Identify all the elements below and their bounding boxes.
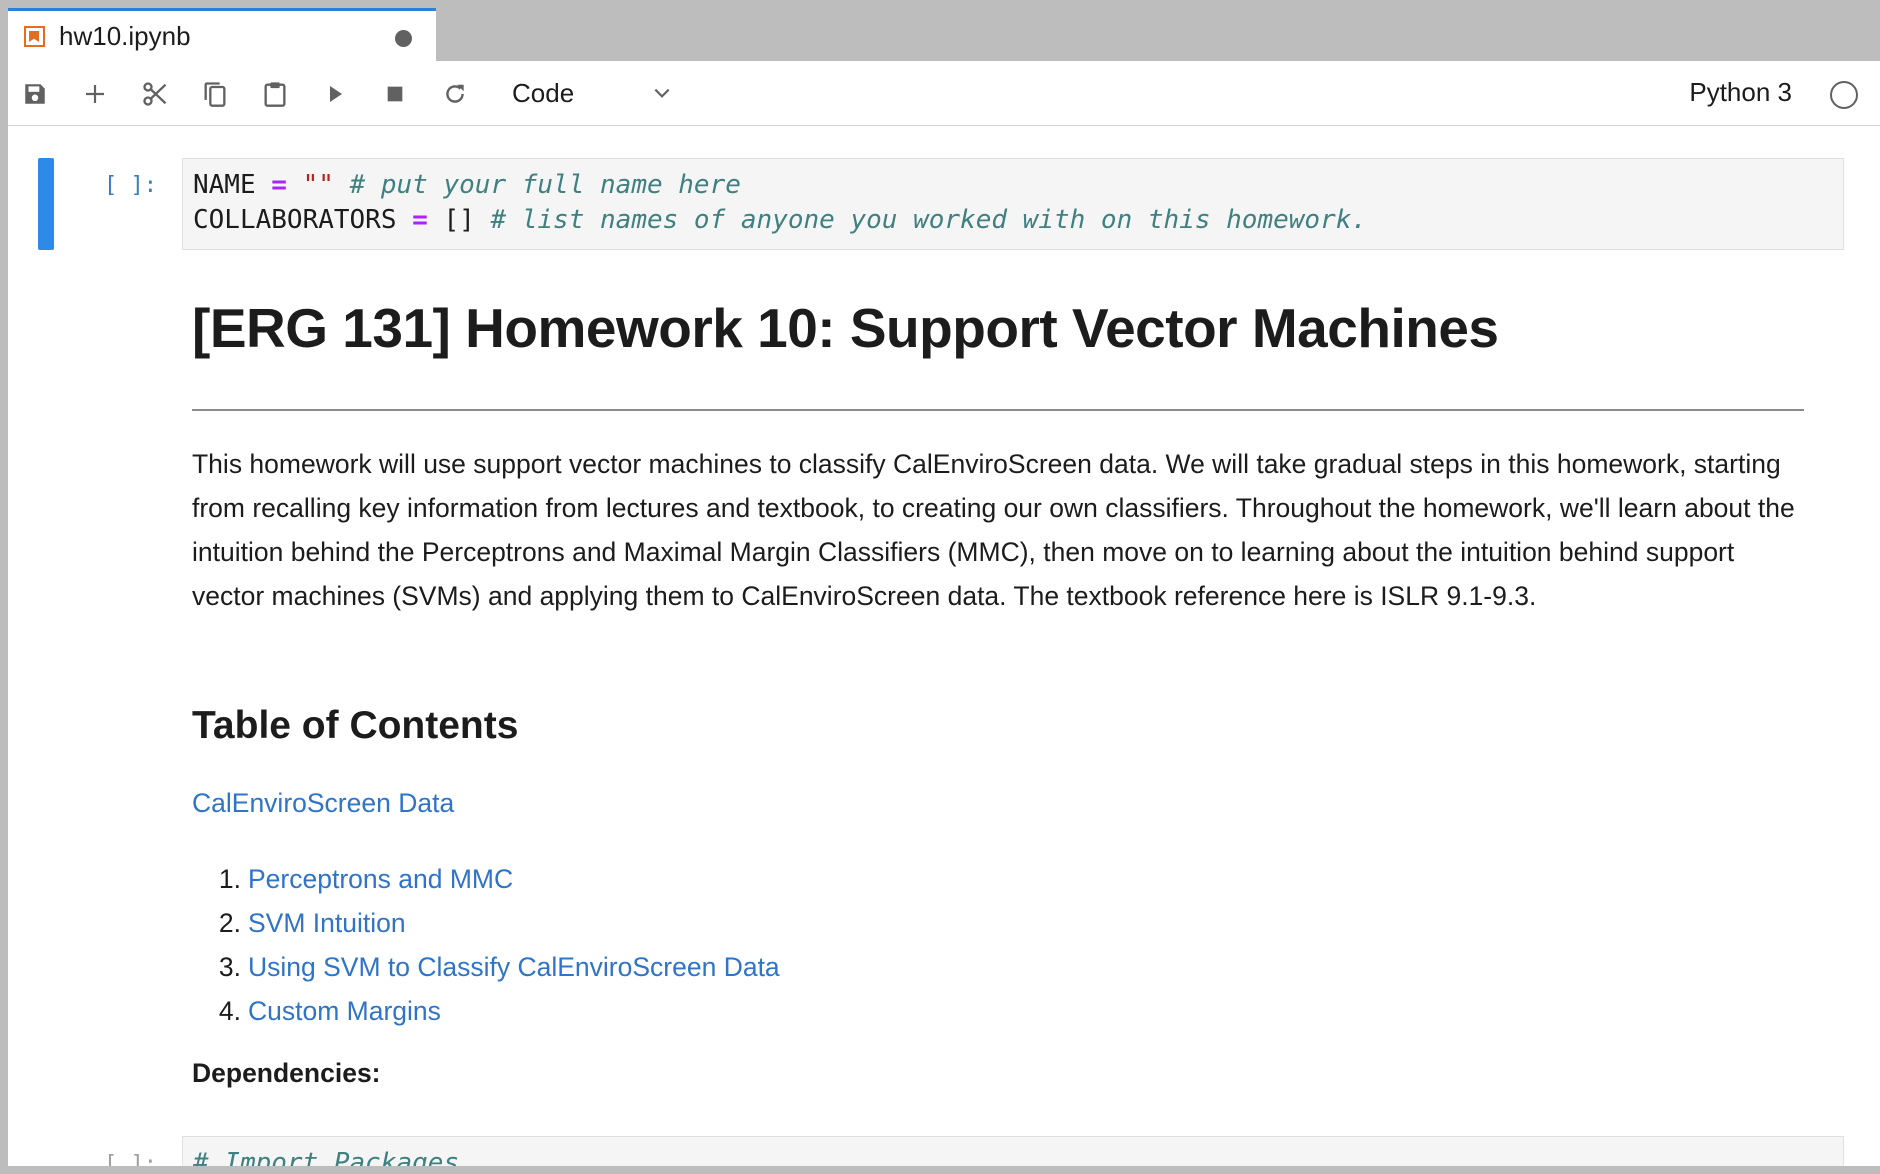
save-icon xyxy=(25,84,45,104)
toc-link-svm-intuition[interactable]: SVM Intuition xyxy=(248,908,406,938)
run-icon xyxy=(330,86,342,102)
add-icon xyxy=(86,85,104,103)
notebook-icon xyxy=(24,26,45,47)
code-comment: # list names of anyone you worked with o… xyxy=(490,205,1368,235)
code-cell-editor[interactable]: # Import Packages xyxy=(182,1136,1844,1166)
toc-item: 1. Perceptrons and MMC xyxy=(192,857,780,901)
copy-icon xyxy=(204,82,226,107)
tab-hw10[interactable]: hw10.ipynb xyxy=(8,8,436,62)
cell-prompt: [ ]: xyxy=(104,1152,157,1166)
code-string: "" xyxy=(302,170,334,200)
toc-list: 1. Perceptrons and MMC 2. SVM Intuition 3.… xyxy=(192,857,780,1033)
active-cell-indicator xyxy=(38,158,54,250)
toc-item: 2. SVM Intuition xyxy=(192,901,780,945)
intro-paragraph: This homework will use support vector ma… xyxy=(192,449,1795,611)
code-comment: # put your full name here xyxy=(349,170,741,200)
chevron-down-icon xyxy=(654,88,670,98)
code-variable: COLLABORATORS xyxy=(193,205,397,235)
tab-bar: hw10.ipynb xyxy=(8,8,1880,62)
notebook-toolbar: Code Python 3 xyxy=(8,61,1880,126)
divider xyxy=(192,409,1804,411)
code-comment: # Import Packages xyxy=(193,1148,460,1166)
code-operator: = xyxy=(412,205,428,235)
toc-link-using-svm[interactable]: Using SVM to Classify CalEnviroScreen Da… xyxy=(248,952,780,982)
kernel-status-icon xyxy=(1830,81,1858,109)
toc-number: 4. xyxy=(218,996,241,1026)
paste-icon xyxy=(264,82,286,107)
code-variable: NAME xyxy=(193,170,256,200)
code-value: [] xyxy=(443,205,475,235)
unsaved-indicator-icon[interactable] xyxy=(395,30,412,47)
run-button[interactable] xyxy=(320,79,350,109)
toc-link-custom-margins[interactable]: Custom Margins xyxy=(248,996,441,1026)
stop-icon xyxy=(387,86,403,102)
stop-button[interactable] xyxy=(380,79,410,109)
cut-button[interactable] xyxy=(140,79,170,109)
notebook-panel: [ ]: NAME = "" # put your full name here… xyxy=(8,126,1880,1166)
toc-item: 3. Using SVM to Classify CalEnviroScreen … xyxy=(192,945,780,989)
notebook-window: hw10.ipynb Code Python 3 []: NAME = "" … xyxy=(8,8,1880,1166)
kernel-name[interactable]: Python 3 xyxy=(1689,77,1792,108)
tab-title: hw10.ipynb xyxy=(59,21,191,51)
notebook-title: [ERG 131] Homework 10: Support Vector Ma… xyxy=(192,297,1499,359)
toc-number: 2. xyxy=(218,908,241,938)
toc-number: 1. xyxy=(218,864,241,894)
code-cell-editor[interactable]: NAME = "" # put your full name here COLL… xyxy=(182,158,1844,250)
copy-button[interactable] xyxy=(200,79,230,109)
toc-heading: Table of Contents xyxy=(192,704,519,747)
cell-type-label: Code xyxy=(512,77,575,108)
cell-prompt: [ ]: xyxy=(104,173,157,198)
toc-number: 3. xyxy=(218,952,241,982)
insert-cell-button[interactable] xyxy=(80,79,110,109)
paste-button[interactable] xyxy=(260,79,290,109)
cut-icon xyxy=(143,82,167,106)
restart-button[interactable] xyxy=(440,79,470,109)
toc-link-perceptrons[interactable]: Perceptrons and MMC xyxy=(248,864,513,894)
toc-link-calenviroscreen-data[interactable]: CalEnviroScreen Data xyxy=(192,788,454,819)
save-button[interactable] xyxy=(20,79,50,109)
code-operator: = xyxy=(271,170,287,200)
restart-icon xyxy=(446,84,464,103)
dependencies-heading: Dependencies: xyxy=(192,1058,381,1088)
cell-type-dropdown[interactable]: Code xyxy=(512,71,672,115)
toc-item: 4. Custom Margins xyxy=(192,989,780,1033)
